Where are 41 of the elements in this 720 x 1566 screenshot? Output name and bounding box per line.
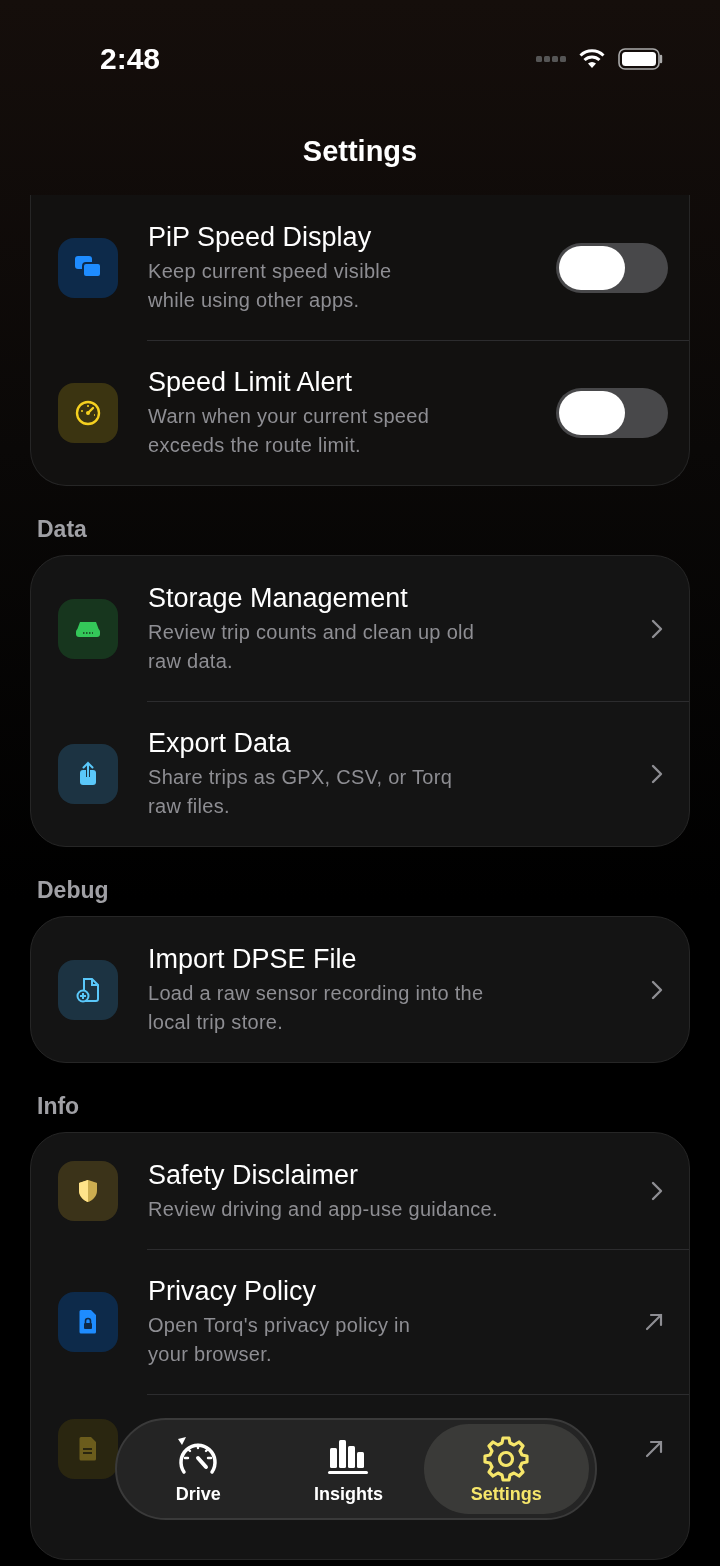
row-description: Review trip counts and clean up old raw data. <box>148 620 476 674</box>
section-heading: Info <box>36 1092 81 1121</box>
section-heading: Debug <box>36 876 110 905</box>
tab-button[interactable]: Insights <box>273 1424 424 1514</box>
screen-title: Settings <box>302 135 418 169</box>
chevron-right-icon <box>651 1181 663 1201</box>
settings-icon <box>482 1433 531 1482</box>
row-title: Export Data <box>148 727 292 760</box>
settings-row[interactable]: PiP Speed Display Keep current speed visible while using other apps. <box>31 195 689 340</box>
row-description: Open Torq's privacy policy in your browser. <box>148 1313 412 1367</box>
row-title: Import DPSE File <box>148 943 358 976</box>
row-title: Safety Disclaimer <box>148 1159 360 1192</box>
row-title: PiP Speed Display <box>148 221 373 254</box>
tab-button[interactable]: Settings <box>423 1424 589 1514</box>
row-title: Privacy Policy <box>148 1275 318 1308</box>
cellular-signal-icon <box>536 55 566 63</box>
row-description: Share trips as GPX, CSV, or Torq raw files. <box>148 765 454 819</box>
settings-row[interactable]: Storage Management Review trip counts and clean up old raw data. <box>31 556 689 701</box>
settings-row[interactable]: Speed Limit Alert Warn when your current speed exceeds the route limit. <box>31 340 689 485</box>
row-description: Review driving and app-use guidance. <box>148 1197 499 1222</box>
row-description: Warn when your current speed exceeds the route limit. <box>148 404 431 458</box>
row-title: Speed Limit Alert <box>148 366 354 399</box>
arrow-up-right-icon <box>645 1312 663 1331</box>
chevron-right-icon <box>651 763 663 784</box>
battery-icon <box>618 48 664 70</box>
settings-row[interactable]: Import DPSE File Load a raw sensor recording into the local trip store. <box>31 917 689 1062</box>
toggle-switch[interactable] <box>556 242 668 293</box>
wifi-icon <box>578 48 606 70</box>
tab-button[interactable]: Drive <box>123 1424 274 1514</box>
toggle-switch[interactable] <box>556 387 668 438</box>
settings-row[interactable]: Safety Disclaimer Review driving and app-use guidance. <box>31 1133 689 1249</box>
settings-row[interactable]: Privacy Policy Open Torq's privacy policy in your browser. <box>31 1249 689 1394</box>
row-description: Load a raw sensor recording into the local trip store. <box>148 981 485 1035</box>
row-title: Storage Management <box>148 582 409 615</box>
arrow-up-right-icon <box>645 1440 663 1458</box>
chevron-right-icon <box>651 979 663 1000</box>
section-heading: Data <box>36 515 88 544</box>
settings-row[interactable]: Export Data Share trips as GPX, CSV, or Torq raw files. <box>31 701 689 846</box>
clock-time: 2:48 <box>100 42 161 76</box>
chevron-right-icon <box>651 618 663 639</box>
row-description: Keep current speed visible while using other apps. <box>148 259 393 313</box>
